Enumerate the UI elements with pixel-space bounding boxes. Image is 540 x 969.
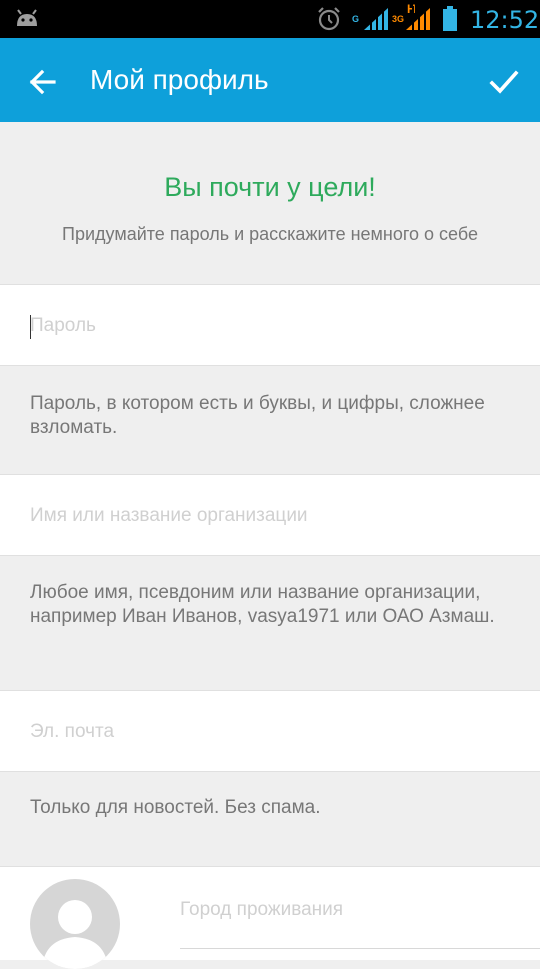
signal-icon (406, 6, 430, 32)
password-input[interactable] (30, 311, 510, 341)
name-input[interactable] (30, 501, 510, 531)
android-icon (17, 9, 37, 26)
intro-section: Вы почти у цели! Придумайте пароль и рас… (0, 122, 540, 284)
page-title: Мой профиль (90, 64, 269, 95)
email-field-row (0, 690, 540, 772)
clock: 12:52 (470, 6, 540, 34)
email-input[interactable] (30, 717, 510, 747)
password-hint: Пароль, в котором есть и буквы, и цифры,… (0, 366, 540, 474)
check-icon[interactable] (484, 62, 524, 102)
profile-row (0, 866, 540, 969)
city-input[interactable] (180, 895, 520, 925)
city-field (180, 891, 540, 949)
avatar[interactable] (30, 879, 120, 969)
headline: Вы почти у цели! (164, 172, 376, 202)
text-cursor (30, 315, 31, 339)
email-hint: Только для новостей. Без спама. (0, 772, 540, 866)
app-bar: Мой профиль (0, 38, 540, 122)
password-field-row (0, 284, 540, 366)
signal-icon (364, 6, 388, 32)
subtitle: Придумайте пароль и расскажите немного о… (62, 224, 478, 244)
arrow-back-icon[interactable] (22, 62, 62, 102)
battery-icon (443, 6, 457, 31)
name-field-row (0, 474, 540, 556)
avatar-placeholder-icon (42, 900, 108, 969)
name-hint: Любое имя, псевдоним или название органи… (0, 556, 540, 690)
status-bar: G 3G H 12:52 (0, 0, 540, 38)
alarm-icon (318, 7, 340, 31)
